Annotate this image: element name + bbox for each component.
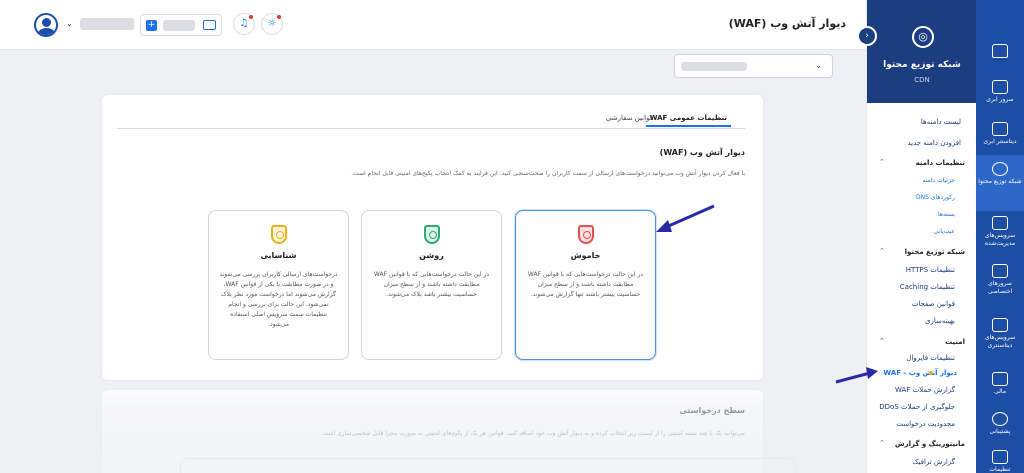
- tab-general-waf-settings[interactable]: تنظیمات عمومی WAF: [645, 114, 732, 127]
- wallet-icon: [203, 20, 216, 30]
- chevron-down-icon: ⌄: [815, 61, 822, 70]
- nav-item-firewall-settings[interactable]: تنظیمات فایروال: [906, 354, 955, 362]
- chevron-down-icon[interactable]: ⌄: [66, 19, 73, 28]
- mode-option-description: در این حالت درخواست‌هایی که با قوانین WA…: [373, 271, 490, 298]
- rail-datacenter-services[interactable]: سرویس‌های دیتاسنتری: [976, 318, 1024, 350]
- rail-finance[interactable]: مالی: [976, 372, 1024, 396]
- server-icon: [992, 80, 1008, 94]
- rail-label: تنظیمات: [989, 466, 1011, 473]
- nav-item-waf-attack-report[interactable]: گزارش حملات WAF: [895, 386, 955, 394]
- main-nav-rail: سرور ابری دیتاسنتر ابری شبکه توزیع محتوا…: [976, 0, 1024, 473]
- chevron-up-icon[interactable]: ⌃: [879, 439, 885, 447]
- product-sidebar: › ◎ شبکه توزیع محتوا CDN لیست دامنه‌ها ا…: [857, 0, 977, 473]
- chevron-up-icon[interactable]: ⌃: [879, 158, 885, 166]
- rail-label: سرویس‌های دیتاسنتری: [984, 334, 1016, 349]
- rail-support[interactable]: پشتیبانی: [976, 412, 1024, 436]
- mode-option-name: شناسایی: [260, 251, 297, 260]
- mode-option-description: درخواست‌های ارسالی کاربران بررسی می‌شوند…: [219, 271, 338, 328]
- nav-section-security[interactable]: امنیت: [945, 338, 965, 346]
- rail-cdn[interactable]: شبکه توزیع محتوا: [976, 162, 1024, 186]
- nav-section-cdn[interactable]: شبکه توزیع محتوا: [905, 248, 965, 256]
- server-rack-icon: [992, 264, 1008, 278]
- support-icon: [992, 412, 1008, 426]
- wallet-credit-box[interactable]: +: [140, 14, 222, 36]
- add-credit-icon[interactable]: +: [146, 20, 157, 31]
- nav-item-dns-records[interactable]: رکوردهای DNS: [916, 194, 955, 201]
- tab-bar: تنظیمات عمومی WAF قوانین سفارشی: [117, 111, 745, 129]
- tab-custom-rules[interactable]: قوانین سفارشی: [606, 114, 653, 122]
- bell-icon[interactable]: ♫: [233, 13, 255, 35]
- user-avatar[interactable]: [34, 13, 58, 37]
- invoice-icon: [992, 372, 1008, 386]
- collapse-sidebar-icon[interactable]: ›: [857, 26, 877, 46]
- annotation-arrow-icon: [835, 367, 878, 384]
- rail-label: دیتاسنتر ابری: [983, 138, 1017, 145]
- nav-section-monitoring[interactable]: مانیتورینگ و گزارش: [895, 440, 965, 448]
- product-title: شبکه توزیع محتوا: [883, 60, 961, 70]
- datacenter-service-icon: [992, 318, 1008, 332]
- request-level-card: سطح درخواستی می‌توانید یک یا چند بسته ام…: [102, 390, 796, 473]
- rail-label: شبکه توزیع محتوا: [978, 178, 1022, 185]
- rail-label: سرویس‌های مدیریت‌شده: [984, 232, 1016, 247]
- nav-item-domain-list[interactable]: لیست دامنه‌ها: [921, 118, 961, 126]
- request-level-title: سطح درخواستی: [679, 406, 745, 415]
- mode-option-name: روشن: [419, 251, 444, 260]
- cdn-globe-icon: ◎: [912, 26, 934, 48]
- annotation-arrow-icon: [656, 204, 715, 232]
- request-level-description: می‌توانید یک یا چند بسته امنیتی را از لی…: [320, 430, 745, 437]
- nav-item-waf[interactable]: دیوار آتش وب - WAF: [883, 369, 957, 377]
- shield-icon: [423, 225, 440, 244]
- rail-cloud-datacenter[interactable]: دیتاسنتر ابری: [976, 122, 1024, 146]
- shield-icon: [577, 225, 594, 244]
- top-bar: دیوار آتش وب (WAF) ⌄ + ♫ ☼: [0, 0, 866, 50]
- chevron-up-icon[interactable]: ⌃: [879, 337, 885, 345]
- globe-icon: [992, 162, 1008, 176]
- datacenter-icon: [992, 122, 1008, 136]
- active-indicator-dot: [929, 371, 933, 375]
- rail-label: سرور ابری: [986, 96, 1014, 103]
- chevron-up-icon[interactable]: ⌃: [879, 247, 885, 255]
- package-search-field[interactable]: [180, 458, 796, 473]
- section-title: دیوار آتش وب (WAF): [659, 148, 745, 157]
- nav-item-optimization[interactable]: بهینه‌سازی: [925, 317, 955, 325]
- rail-cloud-server[interactable]: سرور ابری: [976, 80, 1024, 104]
- rail-label: پشتیبانی: [989, 428, 1011, 435]
- domain-selector[interactable]: ⌄: [674, 54, 833, 78]
- section-description: با فعال کردن دیوار آتش وب می‌توانید درخو…: [351, 170, 745, 177]
- domain-selector-value: [681, 62, 747, 71]
- nav-item-ddos-protection[interactable]: جلوگیری از حملات DDoS: [879, 403, 955, 411]
- nav-item-traffic-report[interactable]: گزارش ترافیک: [912, 458, 955, 466]
- mode-option-on[interactable]: روشن در این حالت درخواست‌هایی که با قوان…: [361, 210, 502, 360]
- mode-option-off[interactable]: خاموش در این حالت درخواست‌هایی که با قوا…: [515, 210, 656, 360]
- nav-item-caching-settings[interactable]: تنظیمات Caching: [900, 283, 955, 291]
- nav-item-page-rules[interactable]: قوانین صفحات: [912, 300, 955, 308]
- product-subtitle: CDN: [914, 76, 930, 84]
- nav-section-domain-settings[interactable]: تنظیمات دامنه: [916, 159, 965, 167]
- nav-item-https-settings[interactable]: تنظیمات HTTPS: [906, 266, 955, 274]
- rail-settings[interactable]: تنظیمات: [976, 450, 1024, 473]
- rail-dedicated-servers[interactable]: سرورهای اختصاصی: [976, 264, 1024, 296]
- nav-item-rate-limit[interactable]: محدودیت درخواست: [896, 420, 955, 428]
- product-header: ◎ شبکه توزیع محتوا CDN: [867, 0, 977, 103]
- home-icon: [992, 44, 1008, 58]
- shield-icon: [270, 225, 287, 244]
- user-name-redacted: [80, 18, 134, 30]
- credit-amount-redacted: [163, 20, 195, 31]
- nav-item-domain-details[interactable]: جزئیات دامنه: [923, 177, 955, 184]
- mode-option-description: در این حالت درخواست‌هایی که با قوانین WA…: [527, 271, 644, 298]
- page-title: دیوار آتش وب (WAF): [728, 17, 846, 30]
- mode-option-name: خاموش: [570, 251, 601, 260]
- gear-icon: [992, 450, 1008, 464]
- rail-managed-services[interactable]: سرویس‌های مدیریت‌شده: [976, 216, 1024, 248]
- nav-item-add-domain[interactable]: افزودن دامنه جدید: [907, 139, 961, 147]
- mode-option-detect[interactable]: شناسایی درخواست‌های ارسالی کاربران بررسی…: [208, 210, 349, 360]
- nav-item-troubleshoot[interactable]: عیب‌یابی: [934, 228, 955, 235]
- rail-label: مالی: [994, 388, 1006, 395]
- rail-home[interactable]: [976, 44, 1024, 60]
- nav-item-packages[interactable]: بسته‌ها: [938, 211, 955, 218]
- lightbulb-icon[interactable]: ☼: [261, 13, 283, 35]
- rail-label: سرورهای اختصاصی: [987, 280, 1013, 295]
- settings-icon: [992, 216, 1008, 230]
